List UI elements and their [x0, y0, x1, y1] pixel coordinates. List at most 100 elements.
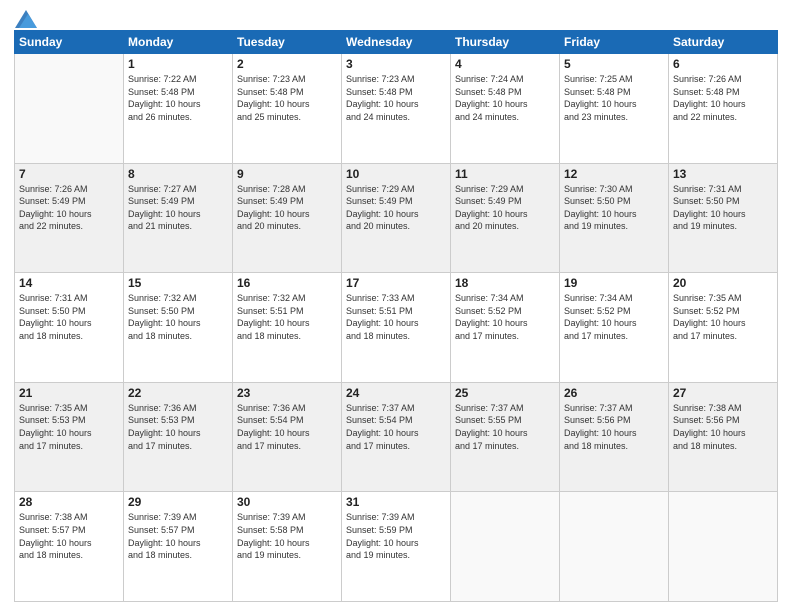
calendar-table: SundayMondayTuesdayWednesdayThursdayFrid…: [14, 30, 778, 602]
day-number: 3: [346, 57, 446, 71]
calendar-cell: 5 Sunrise: 7:25 AM Sunset: 5:48 PM Daylig…: [560, 54, 669, 164]
calendar-col-sunday: Sunday: [15, 31, 124, 54]
logo: [14, 10, 37, 24]
calendar-cell: 7 Sunrise: 7:26 AM Sunset: 5:49 PM Daylig…: [15, 163, 124, 273]
calendar-cell: 16 Sunrise: 7:32 AM Sunset: 5:51 PM Dayli…: [233, 273, 342, 383]
calendar-cell: 14Sunrise: 7:31 AM Sunset: 5:50 PM Dayli…: [15, 273, 124, 383]
calendar-cell: 28 Sunrise: 7:38 AM Sunset: 5:57 PM Dayli…: [15, 492, 124, 602]
day-info: Sunrise: 7:36 AM Sunset: 5:53 PM Dayligh…: [128, 402, 228, 452]
calendar-cell: 26Sunrise: 7:37 AM Sunset: 5:56 PM Dayli…: [560, 382, 669, 492]
header: [14, 10, 778, 24]
day-number: 19: [564, 276, 664, 290]
calendar-cell: 18Sunrise: 7:34 AM Sunset: 5:52 PM Dayli…: [451, 273, 560, 383]
day-info: Sunrise: 7:31 AM Sunset: 5:50 PM Dayligh…: [673, 183, 773, 233]
day-info: Sunrise: 7:39 AM Sunset: 5:58 PM Dayligh…: [237, 511, 337, 561]
day-info: Sunrise: 7:30 AM Sunset: 5:50 PM Dayligh…: [564, 183, 664, 233]
day-info: Sunrise: 7:24 AM Sunset: 5:48 PM Dayligh…: [455, 73, 555, 123]
day-info: Sunrise: 7:37 AM Sunset: 5:54 PM Dayligh…: [346, 402, 446, 452]
day-number: 30: [237, 495, 337, 509]
day-number: 29: [128, 495, 228, 509]
day-info: Sunrise: 7:32 AM Sunset: 5:50 PM Dayligh…: [128, 292, 228, 342]
calendar-cell: 15 Sunrise: 7:32 AM Sunset: 5:50 PM Dayli…: [124, 273, 233, 383]
calendar-week-row: 28 Sunrise: 7:38 AM Sunset: 5:57 PM Dayli…: [15, 492, 778, 602]
day-number: 16: [237, 276, 337, 290]
calendar-header-row: SundayMondayTuesdayWednesdayThursdayFrid…: [15, 31, 778, 54]
calendar-cell: 19 Sunrise: 7:34 AM Sunset: 5:52 PM Dayli…: [560, 273, 669, 383]
day-info: Sunrise: 7:38 AM Sunset: 5:57 PM Dayligh…: [19, 511, 119, 561]
day-number: 2: [237, 57, 337, 71]
calendar-cell: 8 Sunrise: 7:27 AM Sunset: 5:49 PM Daylig…: [124, 163, 233, 273]
calendar-week-row: 14Sunrise: 7:31 AM Sunset: 5:50 PM Dayli…: [15, 273, 778, 383]
calendar-cell: 10Sunrise: 7:29 AM Sunset: 5:49 PM Dayli…: [342, 163, 451, 273]
day-number: 13: [673, 167, 773, 181]
calendar-col-wednesday: Wednesday: [342, 31, 451, 54]
day-number: 21: [19, 386, 119, 400]
calendar-cell: 25Sunrise: 7:37 AM Sunset: 5:55 PM Dayli…: [451, 382, 560, 492]
day-info: Sunrise: 7:37 AM Sunset: 5:55 PM Dayligh…: [455, 402, 555, 452]
day-number: 5: [564, 57, 664, 71]
day-info: Sunrise: 7:34 AM Sunset: 5:52 PM Dayligh…: [564, 292, 664, 342]
calendar-cell: 12 Sunrise: 7:30 AM Sunset: 5:50 PM Dayli…: [560, 163, 669, 273]
day-info: Sunrise: 7:38 AM Sunset: 5:56 PM Dayligh…: [673, 402, 773, 452]
day-number: 4: [455, 57, 555, 71]
day-number: 7: [19, 167, 119, 181]
calendar-cell: 13 Sunrise: 7:31 AM Sunset: 5:50 PM Dayli…: [669, 163, 778, 273]
day-number: 11: [455, 167, 555, 181]
calendar-cell: [669, 492, 778, 602]
calendar-cell: 27 Sunrise: 7:38 AM Sunset: 5:56 PM Dayli…: [669, 382, 778, 492]
day-number: 31: [346, 495, 446, 509]
calendar-cell: [560, 492, 669, 602]
calendar-cell: 29 Sunrise: 7:39 AM Sunset: 5:57 PM Dayli…: [124, 492, 233, 602]
calendar-col-tuesday: Tuesday: [233, 31, 342, 54]
day-number: 9: [237, 167, 337, 181]
day-number: 22: [128, 386, 228, 400]
day-info: Sunrise: 7:22 AM Sunset: 5:48 PM Dayligh…: [128, 73, 228, 123]
calendar-cell: 22 Sunrise: 7:36 AM Sunset: 5:53 PM Dayli…: [124, 382, 233, 492]
day-number: 28: [19, 495, 119, 509]
calendar-cell: 1 Sunrise: 7:22 AM Sunset: 5:48 PM Daylig…: [124, 54, 233, 164]
day-number: 27: [673, 386, 773, 400]
calendar-col-thursday: Thursday: [451, 31, 560, 54]
calendar-week-row: 7 Sunrise: 7:26 AM Sunset: 5:49 PM Daylig…: [15, 163, 778, 273]
day-number: 8: [128, 167, 228, 181]
calendar-page: SundayMondayTuesdayWednesdayThursdayFrid…: [0, 0, 792, 612]
calendar-col-saturday: Saturday: [669, 31, 778, 54]
day-number: 20: [673, 276, 773, 290]
calendar-cell: [451, 492, 560, 602]
calendar-cell: 3 Sunrise: 7:23 AM Sunset: 5:48 PM Daylig…: [342, 54, 451, 164]
calendar-cell: 23 Sunrise: 7:36 AM Sunset: 5:54 PM Dayli…: [233, 382, 342, 492]
day-info: Sunrise: 7:32 AM Sunset: 5:51 PM Dayligh…: [237, 292, 337, 342]
calendar-cell: 4 Sunrise: 7:24 AM Sunset: 5:48 PM Daylig…: [451, 54, 560, 164]
calendar-cell: 20Sunrise: 7:35 AM Sunset: 5:52 PM Dayli…: [669, 273, 778, 383]
day-info: Sunrise: 7:34 AM Sunset: 5:52 PM Dayligh…: [455, 292, 555, 342]
calendar-cell: 31 Sunrise: 7:39 AM Sunset: 5:59 PM Dayli…: [342, 492, 451, 602]
calendar-cell: 11Sunrise: 7:29 AM Sunset: 5:49 PM Dayli…: [451, 163, 560, 273]
day-info: Sunrise: 7:23 AM Sunset: 5:48 PM Dayligh…: [346, 73, 446, 123]
calendar-cell: 9 Sunrise: 7:28 AM Sunset: 5:49 PM Daylig…: [233, 163, 342, 273]
day-number: 12: [564, 167, 664, 181]
calendar-col-monday: Monday: [124, 31, 233, 54]
day-info: Sunrise: 7:36 AM Sunset: 5:54 PM Dayligh…: [237, 402, 337, 452]
day-info: Sunrise: 7:26 AM Sunset: 5:48 PM Dayligh…: [673, 73, 773, 123]
calendar-cell: 17Sunrise: 7:33 AM Sunset: 5:51 PM Dayli…: [342, 273, 451, 383]
day-number: 26: [564, 386, 664, 400]
day-info: Sunrise: 7:26 AM Sunset: 5:49 PM Dayligh…: [19, 183, 119, 233]
day-info: Sunrise: 7:23 AM Sunset: 5:48 PM Dayligh…: [237, 73, 337, 123]
calendar-cell: 24Sunrise: 7:37 AM Sunset: 5:54 PM Dayli…: [342, 382, 451, 492]
day-number: 10: [346, 167, 446, 181]
day-number: 23: [237, 386, 337, 400]
day-info: Sunrise: 7:35 AM Sunset: 5:53 PM Dayligh…: [19, 402, 119, 452]
day-info: Sunrise: 7:25 AM Sunset: 5:48 PM Dayligh…: [564, 73, 664, 123]
day-number: 17: [346, 276, 446, 290]
day-info: Sunrise: 7:39 AM Sunset: 5:59 PM Dayligh…: [346, 511, 446, 561]
day-number: 15: [128, 276, 228, 290]
calendar-cell: 2 Sunrise: 7:23 AM Sunset: 5:48 PM Daylig…: [233, 54, 342, 164]
calendar-cell: [15, 54, 124, 164]
day-number: 14: [19, 276, 119, 290]
calendar-cell: 30 Sunrise: 7:39 AM Sunset: 5:58 PM Dayli…: [233, 492, 342, 602]
day-info: Sunrise: 7:27 AM Sunset: 5:49 PM Dayligh…: [128, 183, 228, 233]
day-info: Sunrise: 7:39 AM Sunset: 5:57 PM Dayligh…: [128, 511, 228, 561]
day-number: 1: [128, 57, 228, 71]
calendar-cell: 21 Sunrise: 7:35 AM Sunset: 5:53 PM Dayli…: [15, 382, 124, 492]
day-info: Sunrise: 7:28 AM Sunset: 5:49 PM Dayligh…: [237, 183, 337, 233]
